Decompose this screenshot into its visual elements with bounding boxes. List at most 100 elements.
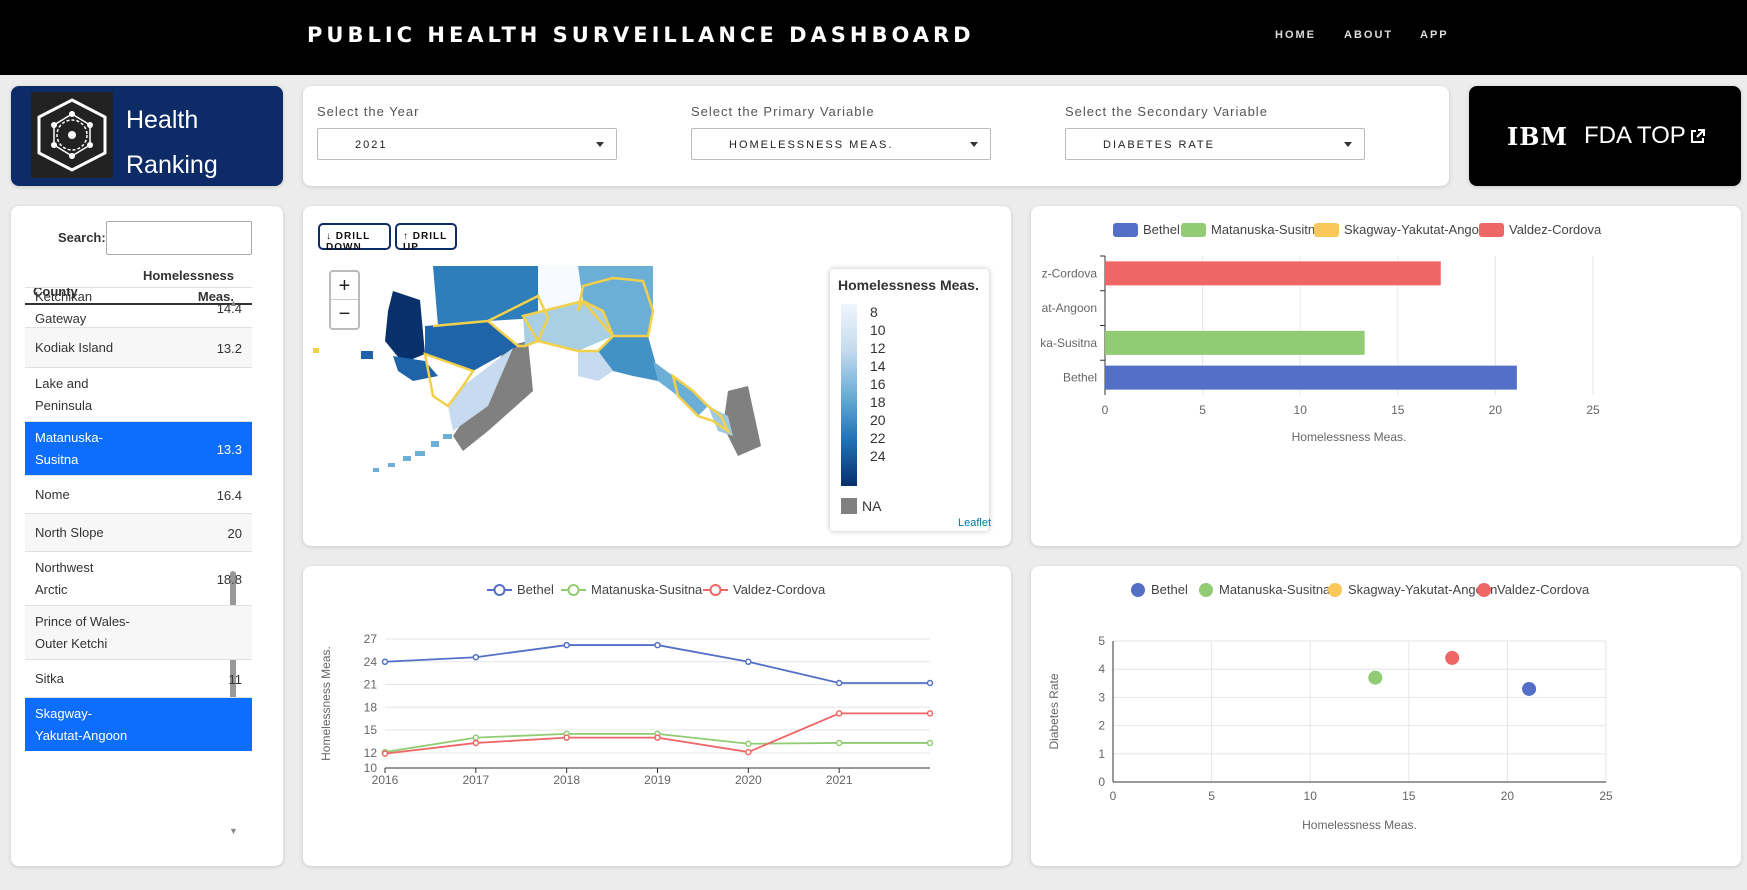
- network-hexagon-icon: [31, 92, 113, 178]
- scatter-point: [1445, 650, 1460, 665]
- data-point: [926, 710, 934, 717]
- legend-tick-label: 8: [870, 304, 878, 320]
- x-tick-label: 15: [1391, 403, 1405, 417]
- legend-marker: [1477, 583, 1491, 597]
- year-select-label: Select the Year: [317, 104, 420, 119]
- legend-swatch: [1479, 223, 1504, 237]
- data-point: [381, 658, 389, 666]
- secondary-variable-label: Select the Secondary Variable: [1065, 104, 1268, 119]
- data-point: [745, 740, 752, 747]
- search-input[interactable]: [106, 221, 252, 255]
- table-row[interactable]: Skagway- Yakutat-Angoon: [25, 697, 252, 751]
- table-row[interactable]: Prince of Wales- Outer Ketchi: [25, 605, 252, 659]
- y-tick-label: 24: [364, 655, 378, 669]
- scatter-chart-card: Bethel Matanuska-Susitna Skagway-Yakutat-A…: [1031, 566, 1741, 866]
- legend-tick-label: 24: [870, 448, 886, 464]
- bar-chart: Bethel Matanuska-Susitna Skagway-Yakutat-A…: [1040, 222, 1602, 444]
- legend-color-ramp: [841, 304, 857, 486]
- legend-label: Skagway-Yakutat-Angoon: [1344, 222, 1493, 237]
- nav-home-link[interactable]: HOME: [1275, 29, 1316, 41]
- chevron-down-icon: [596, 142, 604, 147]
- primary-variable-label: Select the Primary Variable: [691, 104, 875, 119]
- x-tick-label: 0: [1110, 789, 1117, 803]
- y-tick-label: z-Cordova: [1042, 266, 1098, 280]
- legend-swatch: [1314, 223, 1339, 237]
- data-point: [472, 653, 480, 661]
- table-row[interactable]: North Slope 20: [25, 513, 252, 551]
- measure-value: 13.2: [216, 340, 242, 356]
- series-line: [384, 644, 930, 684]
- line-chart: Bethel Matanuska-Susitna Valdez-Cordova101…: [319, 582, 934, 787]
- y-tick-label: 0: [1098, 775, 1105, 789]
- legend-tick-label: 12: [870, 340, 886, 356]
- alaska-choropleth-map[interactable]: [313, 256, 803, 516]
- x-tick-label: 2020: [735, 773, 762, 787]
- x-tick-label: 20: [1489, 403, 1503, 417]
- secondary-variable-select[interactable]: DIABETES RATE: [1065, 128, 1365, 160]
- legend-marker: [1328, 583, 1342, 597]
- data-point: [563, 734, 570, 741]
- legend-label: Bethel: [1143, 222, 1180, 237]
- top-navbar: PUBLIC HEALTH SURVEILLANCE DASHBOARD HOM…: [0, 0, 1747, 75]
- zoom-out-button[interactable]: −: [331, 300, 358, 328]
- county-name: Kodiak Island: [35, 340, 114, 355]
- bar: [1105, 365, 1517, 390]
- table-row[interactable]: Northwest Arctic 18.8: [25, 551, 252, 605]
- data-point: [563, 641, 570, 649]
- legend-label: Matanuska-Susitna: [1219, 582, 1331, 597]
- drill-up-button[interactable]: ↑ DRILL UP: [395, 223, 457, 253]
- primary-variable-select[interactable]: HOMELESSNESS MEAS.: [691, 128, 991, 160]
- county-name: Matanuska- Susitna: [35, 430, 103, 467]
- x-axis-label: Homelessness Meas.: [1302, 818, 1417, 832]
- scatter-chart: Bethel Matanuska-Susitna Skagway-Yakutat-A…: [1047, 582, 1613, 832]
- legend-tick-label: 20: [870, 412, 886, 428]
- measure-value: 14.4: [216, 300, 242, 316]
- table-row[interactable]: Kodiak Island 13.2: [25, 327, 252, 367]
- legend-label: Valdez-Cordova: [733, 582, 826, 597]
- legend-label: Matanuska-Susitna: [591, 582, 703, 597]
- legend-tick-label: 14: [870, 358, 886, 374]
- search-label: Search:: [58, 230, 106, 245]
- nav-app-link[interactable]: APP: [1420, 29, 1449, 41]
- x-tick-label: 5: [1208, 789, 1215, 803]
- legend-na-swatch: [841, 498, 857, 514]
- scroll-down-icon[interactable]: ▼: [229, 826, 238, 836]
- fda-top-link[interactable]: FDA TOP: [1584, 122, 1686, 150]
- year-select[interactable]: 2021: [317, 128, 617, 160]
- fda-top-card[interactable]: IBM FDA TOP: [1469, 86, 1741, 186]
- table-row[interactable]: Sitka 11: [25, 659, 252, 697]
- data-point: [654, 641, 661, 649]
- x-tick-label: 10: [1304, 789, 1318, 803]
- table-row[interactable]: Lake and Peninsula: [25, 367, 252, 421]
- bar-chart-card: Bethel Matanuska-Susitna Skagway-Yakutat-A…: [1031, 206, 1741, 546]
- data-point: [745, 658, 752, 666]
- drill-down-button[interactable]: ↓ DRILL DOWN: [318, 223, 391, 253]
- y-axis-label: Homelessness Meas.: [319, 646, 333, 761]
- table-row[interactable]: Nome 16.4: [25, 475, 252, 513]
- zoom-in-button[interactable]: +: [331, 272, 358, 300]
- table-row[interactable]: Ketchikan Gateway 14.4: [25, 287, 252, 327]
- nav-about-link[interactable]: ABOUT: [1344, 29, 1393, 41]
- external-link-icon: [1690, 128, 1706, 149]
- x-tick-label: 10: [1294, 403, 1308, 417]
- measure-value: 16.4: [216, 487, 242, 503]
- map-region[interactable]: [385, 291, 425, 363]
- x-tick-label: 2019: [644, 773, 671, 787]
- data-point: [926, 679, 934, 687]
- y-tick-label: 2: [1098, 719, 1105, 733]
- data-point: [835, 710, 843, 717]
- table-row[interactable]: Matanuska- Susitna 13.3: [25, 421, 252, 475]
- map-region[interactable]: [393, 356, 438, 381]
- legend-tick-label: 10: [870, 322, 886, 338]
- bar: [1105, 261, 1441, 286]
- leaflet-attribution-link[interactable]: Leaflet: [958, 517, 991, 529]
- scatter-point: [1522, 681, 1537, 696]
- y-tick-label: 27: [364, 632, 378, 646]
- map-region[interactable]: [653, 361, 708, 416]
- legend-swatch: [1181, 223, 1206, 237]
- data-point: [835, 739, 843, 747]
- county-name: Nome: [35, 487, 70, 502]
- county-name: Ketchikan Gateway: [35, 289, 93, 326]
- map-card: ↓ DRILL DOWN ↑ DRILL UP + − Homelessness…: [303, 206, 1011, 546]
- y-tick-label: 15: [364, 723, 378, 737]
